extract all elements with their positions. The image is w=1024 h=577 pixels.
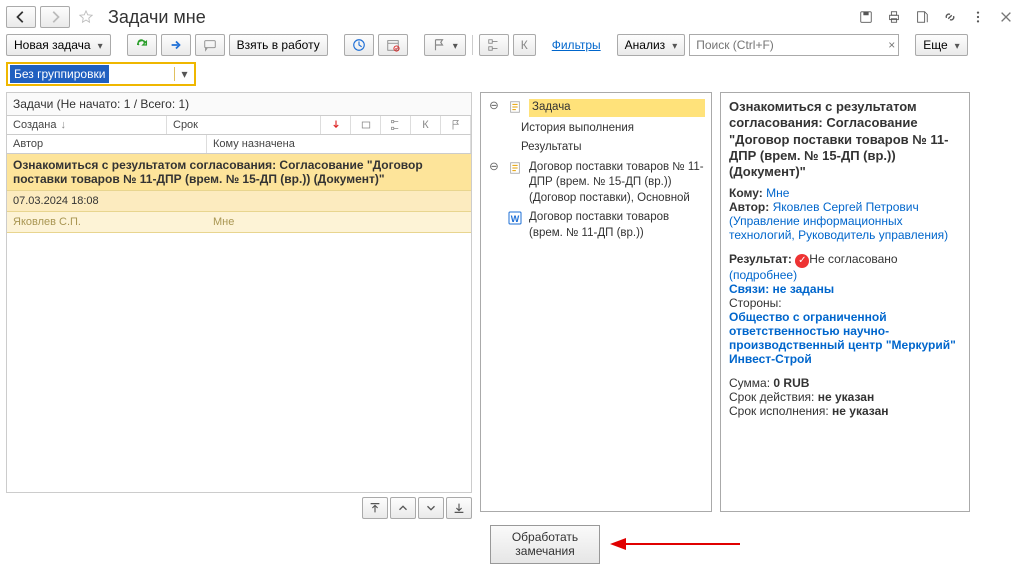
task-row-meta[interactable]: Яковлев С.П. Мне	[7, 212, 471, 233]
detail-exec-label: Срок исполнения:	[729, 404, 829, 418]
star-icon[interactable]	[74, 6, 98, 28]
goto-top-icon[interactable]	[362, 497, 388, 519]
task-name: Ознакомиться с результатом согласования:…	[13, 158, 465, 186]
task-date: 07.03.2024 18:08	[13, 195, 465, 207]
tree-collapse-button[interactable]	[479, 34, 509, 56]
back-button[interactable]	[6, 6, 36, 28]
detail-exec-value: не указан	[832, 404, 888, 418]
more-button[interactable]: Еще	[915, 34, 967, 56]
col-tree-icon[interactable]	[381, 116, 411, 134]
report-icon[interactable]	[910, 6, 934, 28]
search-input[interactable]	[689, 34, 899, 56]
col-created-label: Создана	[13, 119, 56, 131]
detail-author-value[interactable]: Яковлев Сергей Петрович	[773, 200, 919, 214]
detail-to-value[interactable]: Мне	[766, 186, 789, 200]
detail-result-label: Результат:	[729, 252, 792, 266]
detail-validity-label: Срок действия:	[729, 390, 814, 404]
more-label: Еще	[923, 39, 947, 51]
tree-task-label[interactable]: Задача	[529, 99, 705, 117]
detail-links[interactable]: Связи: не заданы	[729, 282, 834, 296]
grouping-value: Без группировки	[10, 65, 109, 83]
detail-parties-label: Стороны:	[729, 296, 961, 310]
col-attach-icon[interactable]	[351, 116, 381, 134]
col-k[interactable]: К	[411, 116, 441, 134]
word-file-icon: W	[507, 210, 523, 226]
flag-button[interactable]	[424, 34, 466, 56]
tree-doc1[interactable]: Договор поставки товаров № 11-ДПР (врем.…	[529, 160, 705, 207]
detail-sum-value: 0 RUB	[773, 376, 809, 390]
detail-title: Ознакомиться с результатом согласования:…	[729, 99, 961, 180]
goto-down-icon[interactable]	[418, 497, 444, 519]
task-doc-icon	[507, 99, 523, 115]
clock-button[interactable]	[344, 34, 374, 56]
analysis-button[interactable]: Анализ	[617, 34, 686, 56]
task-list: Ознакомиться с результатом согласования:…	[6, 153, 472, 493]
link-icon[interactable]	[938, 6, 962, 28]
process-remarks-button[interactable]: Обработать замечания	[490, 525, 600, 564]
task-assignee: Мне	[213, 216, 465, 228]
detail-party1[interactable]: Общество с ограниченной ответственностью…	[729, 310, 956, 352]
task-row[interactable]: Ознакомиться с результатом согласования:…	[7, 154, 471, 191]
detail-to-label: Кому:	[729, 186, 763, 200]
tree-doc2[interactable]: Договор поставки товаров (врем. № 11-ДП …	[529, 210, 705, 241]
svg-text:W: W	[511, 214, 520, 224]
tree-collapse-icon[interactable]: ⊖	[487, 160, 501, 176]
page-title: Задачи мне	[108, 7, 206, 28]
save-icon[interactable]	[854, 6, 878, 28]
filters-link[interactable]: Фильтры	[552, 38, 601, 52]
calendar-button[interactable]	[378, 34, 408, 56]
col-created[interactable]: Создана ↓	[7, 116, 167, 134]
search-box: ×	[689, 34, 899, 56]
task-count-label: Задачи (Не начато: 1 / Всего: 1)	[6, 92, 472, 115]
column-header-row2: Автор Кому назначена	[6, 134, 472, 153]
task-tree-panel: ⊖ Задача История выполнения Результаты ⊖…	[480, 92, 712, 512]
chevron-down-icon[interactable]: ▾	[174, 67, 194, 81]
detail-author-label: Автор:	[729, 200, 769, 214]
forward-action-button[interactable]	[161, 34, 191, 56]
k-button[interactable]: К	[513, 34, 536, 56]
grouping-select[interactable]: Без группировки ▾	[6, 62, 196, 86]
red-arrow-annotation	[610, 534, 740, 554]
new-task-label: Новая задача	[14, 39, 91, 51]
forward-button[interactable]	[40, 6, 70, 28]
document-icon	[507, 160, 523, 176]
separator	[472, 35, 473, 55]
detail-result-value: Не согласовано	[809, 252, 897, 266]
refresh-button[interactable]	[127, 34, 157, 56]
column-header-row1: Создана ↓ Срок К	[6, 115, 472, 134]
chat-button[interactable]	[195, 34, 225, 56]
col-author[interactable]: Автор	[7, 135, 207, 153]
search-clear-icon[interactable]: ×	[888, 38, 895, 52]
status-rejected-icon: ✓	[795, 254, 809, 268]
detail-party2[interactable]: Инвест-Строй	[729, 352, 812, 366]
col-assignee[interactable]: Кому назначена	[207, 135, 471, 153]
goto-up-icon[interactable]	[390, 497, 416, 519]
kebab-icon[interactable]	[966, 6, 990, 28]
col-due[interactable]: Срок	[167, 116, 321, 134]
take-work-button[interactable]: Взять в работу	[229, 34, 328, 56]
k-label: К	[521, 39, 528, 51]
detail-author-extra[interactable]: (Управление информационных технологий, Р…	[729, 214, 948, 242]
goto-bottom-icon[interactable]	[446, 497, 472, 519]
analysis-label: Анализ	[625, 39, 666, 51]
detail-validity-value: не указан	[818, 390, 874, 404]
tree-history[interactable]: История выполнения	[521, 121, 705, 137]
detail-result-more[interactable]: (подробнее)	[729, 268, 797, 282]
task-details-panel: Ознакомиться с результатом согласования:…	[720, 92, 970, 512]
task-row-date[interactable]: 07.03.2024 18:08	[7, 191, 471, 212]
list-nav-footer	[6, 497, 472, 519]
col-flag-icon[interactable]	[441, 116, 471, 134]
tree-collapse-icon[interactable]: ⊖	[487, 99, 501, 115]
detail-sum-label: Сумма:	[729, 376, 770, 390]
close-icon[interactable]	[994, 6, 1018, 28]
tree-results[interactable]: Результаты	[521, 140, 705, 156]
print-icon[interactable]	[882, 6, 906, 28]
take-work-label: Взять в работу	[237, 39, 320, 51]
col-priority-icon[interactable]	[321, 116, 351, 134]
task-author: Яковлев С.П.	[13, 216, 213, 228]
new-task-button[interactable]: Новая задача	[6, 34, 111, 56]
